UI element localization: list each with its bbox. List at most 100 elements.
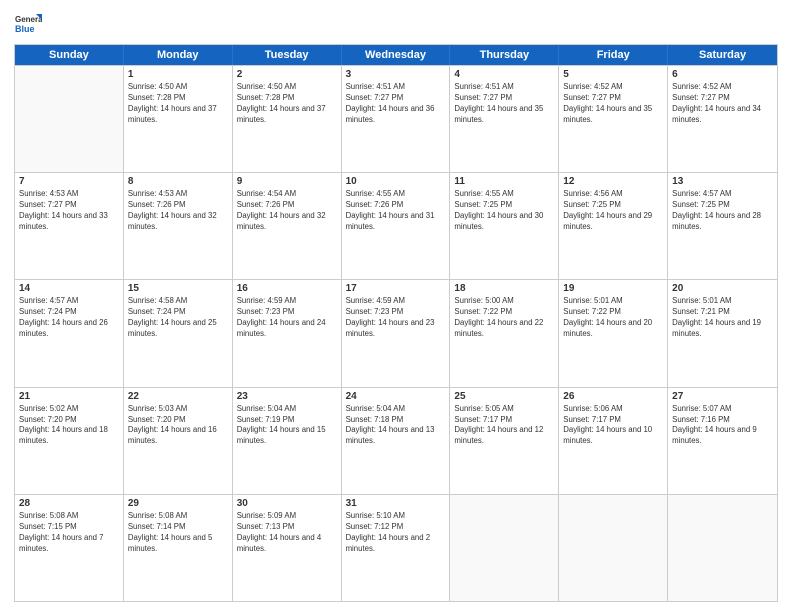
cell-day-number: 27: [672, 391, 773, 402]
calendar-cell: 5Sunrise: 4:52 AM Sunset: 7:27 PM Daylig…: [559, 66, 668, 172]
calendar-week-2: 7 Sunrise: 4:53 AM Sunset: 7:27 PM Daylig…: [15, 172, 777, 279]
cell-day-number: 15: [128, 283, 228, 294]
calendar-cell: [559, 495, 668, 601]
cell-info: Sunrise: 4:56 AM Sunset: 7:25 PM Dayligh…: [563, 189, 663, 233]
calendar-cell: 13 Sunrise: 4:57 AM Sunset: 7:25 PM Dayli…: [668, 173, 777, 279]
calendar-week-1: 1 Sunrise: 4:50 AM Sunset: 7:28 PM Daylig…: [15, 65, 777, 172]
cell-day-number: 19: [563, 283, 663, 294]
cell-info: Sunrise: 4:58 AM Sunset: 7:24 PM Dayligh…: [128, 296, 228, 340]
cell-info: Sunrise: 5:10 AM Sunset: 7:12 PM Dayligh…: [346, 511, 446, 555]
calendar-cell: 14Sunrise: 4:57 AM Sunset: 7:24 PM Dayli…: [15, 280, 124, 386]
cell-info: Sunrise: 5:01 AM Sunset: 7:21 PM Dayligh…: [672, 296, 773, 340]
cell-day-number: 20: [672, 283, 773, 294]
logo-icon: General Blue: [14, 10, 42, 38]
calendar-cell: 15 Sunrise: 4:58 AM Sunset: 7:24 PM Dayli…: [124, 280, 233, 386]
cell-day-number: 8: [128, 176, 228, 187]
cell-day-number: 23: [237, 391, 337, 402]
header-day-friday: Friday: [559, 45, 668, 65]
cell-day-number: 10: [346, 176, 446, 187]
cell-info: Sunrise: 4:55 AM Sunset: 7:25 PM Dayligh…: [454, 189, 554, 233]
calendar-cell: 24 Sunrise: 5:04 AM Sunset: 7:18 PM Dayli…: [342, 388, 451, 494]
calendar-cell: 30Sunrise: 5:09 AM Sunset: 7:13 PM Dayli…: [233, 495, 342, 601]
cell-day-number: 25: [454, 391, 554, 402]
cell-day-number: 7: [19, 176, 119, 187]
cell-info: Sunrise: 4:55 AM Sunset: 7:26 PM Dayligh…: [346, 189, 446, 233]
cell-info: Sunrise: 4:50 AM Sunset: 7:28 PM Dayligh…: [237, 82, 337, 126]
calendar-header: SundayMondayTuesdayWednesdayThursdayFrid…: [15, 45, 777, 65]
cell-info: Sunrise: 5:04 AM Sunset: 7:19 PM Dayligh…: [237, 404, 337, 448]
cell-day-number: 16: [237, 283, 337, 294]
cell-info: Sunrise: 5:02 AM Sunset: 7:20 PM Dayligh…: [19, 404, 119, 448]
calendar-cell: 26Sunrise: 5:06 AM Sunset: 7:17 PM Dayli…: [559, 388, 668, 494]
cell-info: Sunrise: 4:53 AM Sunset: 7:27 PM Dayligh…: [19, 189, 119, 233]
cell-day-number: 12: [563, 176, 663, 187]
cell-day-number: 17: [346, 283, 446, 294]
cell-day-number: 14: [19, 283, 119, 294]
calendar-cell: 11 Sunrise: 4:55 AM Sunset: 7:25 PM Dayli…: [450, 173, 559, 279]
cell-day-number: 31: [346, 498, 446, 509]
cell-info: Sunrise: 5:08 AM Sunset: 7:15 PM Dayligh…: [19, 511, 119, 555]
cell-day-number: 26: [563, 391, 663, 402]
svg-text:General: General: [15, 15, 42, 24]
cell-day-number: 21: [19, 391, 119, 402]
cell-day-number: 3: [346, 69, 446, 80]
cell-info: Sunrise: 5:03 AM Sunset: 7:20 PM Dayligh…: [128, 404, 228, 448]
header-day-thursday: Thursday: [450, 45, 559, 65]
calendar-cell: 10 Sunrise: 4:55 AM Sunset: 7:26 PM Dayli…: [342, 173, 451, 279]
logo: General Blue: [14, 10, 45, 38]
cell-info: Sunrise: 4:59 AM Sunset: 7:23 PM Dayligh…: [237, 296, 337, 340]
calendar-body: 1 Sunrise: 4:50 AM Sunset: 7:28 PM Daylig…: [15, 65, 777, 601]
calendar-cell: 2 Sunrise: 4:50 AM Sunset: 7:28 PM Daylig…: [233, 66, 342, 172]
cell-info: Sunrise: 5:08 AM Sunset: 7:14 PM Dayligh…: [128, 511, 228, 555]
calendar-cell: 9 Sunrise: 4:54 AM Sunset: 7:26 PM Daylig…: [233, 173, 342, 279]
cell-info: Sunrise: 4:53 AM Sunset: 7:26 PM Dayligh…: [128, 189, 228, 233]
svg-text:Blue: Blue: [15, 24, 35, 34]
calendar-cell: [15, 66, 124, 172]
header-day-wednesday: Wednesday: [342, 45, 451, 65]
cell-day-number: 13: [672, 176, 773, 187]
calendar-cell: 21 Sunrise: 5:02 AM Sunset: 7:20 PM Dayli…: [15, 388, 124, 494]
cell-day-number: 18: [454, 283, 554, 294]
cell-info: Sunrise: 4:51 AM Sunset: 7:27 PM Dayligh…: [454, 82, 554, 126]
cell-info: Sunrise: 4:59 AM Sunset: 7:23 PM Dayligh…: [346, 296, 446, 340]
cell-info: Sunrise: 4:52 AM Sunset: 7:27 PM Dayligh…: [563, 82, 663, 126]
cell-day-number: 9: [237, 176, 337, 187]
cell-day-number: 28: [19, 498, 119, 509]
cell-info: Sunrise: 5:04 AM Sunset: 7:18 PM Dayligh…: [346, 404, 446, 448]
calendar-cell: 25 Sunrise: 5:05 AM Sunset: 7:17 PM Dayli…: [450, 388, 559, 494]
cell-day-number: 6: [672, 69, 773, 80]
calendar-cell: 18 Sunrise: 5:00 AM Sunset: 7:22 PM Dayli…: [450, 280, 559, 386]
cell-day-number: 2: [237, 69, 337, 80]
calendar-cell: 16 Sunrise: 4:59 AM Sunset: 7:23 PM Dayli…: [233, 280, 342, 386]
calendar: SundayMondayTuesdayWednesdayThursdayFrid…: [14, 44, 778, 602]
header-day-tuesday: Tuesday: [233, 45, 342, 65]
calendar-cell: 28 Sunrise: 5:08 AM Sunset: 7:15 PM Dayli…: [15, 495, 124, 601]
calendar-cell: 1 Sunrise: 4:50 AM Sunset: 7:28 PM Daylig…: [124, 66, 233, 172]
calendar-cell: 4 Sunrise: 4:51 AM Sunset: 7:27 PM Daylig…: [450, 66, 559, 172]
calendar-cell: [450, 495, 559, 601]
calendar-cell: 19 Sunrise: 5:01 AM Sunset: 7:22 PM Dayli…: [559, 280, 668, 386]
calendar-cell: 17 Sunrise: 4:59 AM Sunset: 7:23 PM Dayli…: [342, 280, 451, 386]
cell-day-number: 24: [346, 391, 446, 402]
cell-info: Sunrise: 5:09 AM Sunset: 7:13 PM Dayligh…: [237, 511, 337, 555]
calendar-cell: 22Sunrise: 5:03 AM Sunset: 7:20 PM Dayli…: [124, 388, 233, 494]
cell-info: Sunrise: 4:50 AM Sunset: 7:28 PM Dayligh…: [128, 82, 228, 126]
calendar-cell: 3 Sunrise: 4:51 AM Sunset: 7:27 PM Daylig…: [342, 66, 451, 172]
header-day-saturday: Saturday: [668, 45, 777, 65]
cell-day-number: 1: [128, 69, 228, 80]
cell-info: Sunrise: 5:00 AM Sunset: 7:22 PM Dayligh…: [454, 296, 554, 340]
cell-info: Sunrise: 4:52 AM Sunset: 7:27 PM Dayligh…: [672, 82, 773, 126]
cell-day-number: 11: [454, 176, 554, 187]
cell-info: Sunrise: 4:54 AM Sunset: 7:26 PM Dayligh…: [237, 189, 337, 233]
cell-info: Sunrise: 4:57 AM Sunset: 7:25 PM Dayligh…: [672, 189, 773, 233]
calendar-week-4: 21 Sunrise: 5:02 AM Sunset: 7:20 PM Dayli…: [15, 387, 777, 494]
page: General Blue SundayMondayTuesdayWednesda…: [0, 0, 792, 612]
cell-info: Sunrise: 5:05 AM Sunset: 7:17 PM Dayligh…: [454, 404, 554, 448]
calendar-cell: 6 Sunrise: 4:52 AM Sunset: 7:27 PM Daylig…: [668, 66, 777, 172]
cell-info: Sunrise: 4:51 AM Sunset: 7:27 PM Dayligh…: [346, 82, 446, 126]
calendar-cell: 31 Sunrise: 5:10 AM Sunset: 7:12 PM Dayli…: [342, 495, 451, 601]
calendar-cell: 8 Sunrise: 4:53 AM Sunset: 7:26 PM Daylig…: [124, 173, 233, 279]
calendar-week-5: 28 Sunrise: 5:08 AM Sunset: 7:15 PM Dayli…: [15, 494, 777, 601]
cell-day-number: 4: [454, 69, 554, 80]
cell-info: Sunrise: 5:01 AM Sunset: 7:22 PM Dayligh…: [563, 296, 663, 340]
